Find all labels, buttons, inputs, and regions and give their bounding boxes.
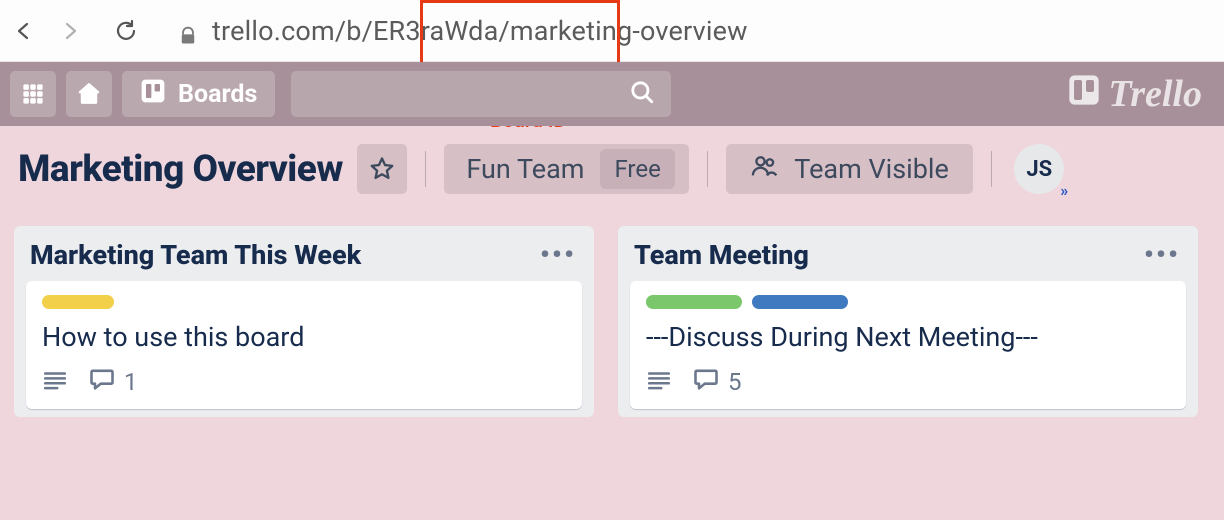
list-title[interactable]: Team Meeting [634,239,809,271]
back-button[interactable] [10,17,38,45]
search-input[interactable] [291,71,671,117]
avatar-initials: JS [1026,157,1052,182]
separator [707,151,709,187]
list-menu-button[interactable]: ••• [536,238,580,271]
card[interactable]: ---Discuss During Next Meeting--- 5 [630,281,1186,409]
member-avatar[interactable]: JS » [1014,144,1064,194]
description-icon [646,367,672,397]
brand-text: Trello [1108,72,1202,116]
board-header: Marketing Overview Fun Team Free Team Vi… [0,126,1224,212]
visibility-label: Team Visible [794,153,949,185]
team-chip[interactable]: Fun Team Free [444,144,688,194]
list: Marketing Team This Week ••• How to use … [14,226,594,417]
plan-badge: Free [600,149,674,189]
board-title[interactable]: Marketing Overview [18,148,343,191]
separator [991,151,993,187]
people-icon [750,152,778,187]
card-label[interactable] [646,295,742,309]
home-button[interactable] [66,71,112,117]
trello-logo-icon [1068,72,1100,116]
boards-button[interactable]: Boards [122,71,275,117]
list-menu-button[interactable]: ••• [1140,238,1184,271]
comment-icon [88,365,116,399]
comments-badge: 1 [88,365,138,399]
comments-count: 1 [124,368,138,396]
star-button[interactable] [357,144,407,194]
boards-label: Boards [178,80,257,109]
address-bar[interactable]: trello.com/b/ER3raWda/marketing-overview [158,15,1214,47]
boards-icon [140,78,166,111]
comment-icon [692,365,720,399]
trello-logo[interactable]: Trello [1068,72,1202,116]
lock-icon [178,21,198,41]
card-title: How to use this board [42,321,566,353]
search-icon [629,79,655,109]
card-label[interactable] [42,295,114,309]
trello-header: Boards Trello [0,62,1224,126]
list: Team Meeting ••• ---Discuss During Next … [618,226,1198,417]
team-name: Fun Team [466,153,584,185]
forward-button[interactable] [56,17,84,45]
visibility-button[interactable]: Team Visible [726,144,973,194]
description-icon [42,367,68,397]
card-label[interactable] [752,295,848,309]
reload-button[interactable] [112,17,140,45]
double-chevron-icon: » [1060,186,1066,196]
card-labels [646,295,1170,309]
list-title[interactable]: Marketing Team This Week [30,239,361,271]
comments-badge: 5 [692,365,742,399]
separator [425,151,427,187]
card-title: ---Discuss During Next Meeting--- [646,321,1170,353]
card[interactable]: How to use this board 1 [26,281,582,409]
apps-button[interactable] [10,71,56,117]
comments-count: 5 [728,368,742,396]
card-labels [42,295,566,309]
board-canvas: Marketing Team This Week ••• How to use … [0,212,1224,520]
